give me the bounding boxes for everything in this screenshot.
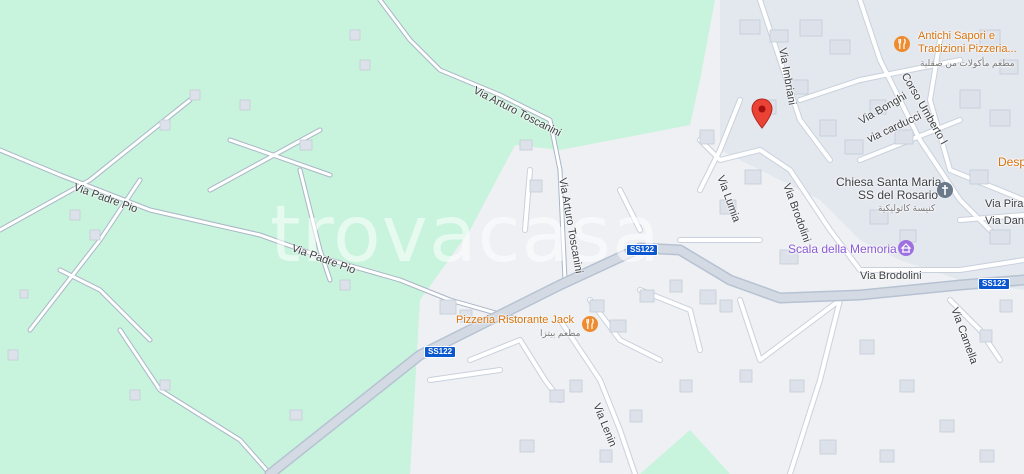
street-label-via-pirane: Via Pirane [985, 198, 1024, 210]
location-pin-icon[interactable] [750, 98, 774, 130]
park-area-bottom [640, 430, 730, 474]
restaurant-icon[interactable] [582, 316, 598, 332]
poi-label-desp[interactable]: Desp [998, 156, 1024, 168]
poi-subtitle-pizzeria-jack: مطعم بيتزا [540, 328, 581, 338]
road-shield-ss122: SS122 [424, 346, 457, 358]
poi-label-antichi-sapori-line2[interactable]: Tradizioni Pizzeria... [918, 43, 1017, 55]
street-label-via-brodolini: Via Brodolini [860, 270, 922, 282]
poi-subtitle-antichi-sapori: مطعم مأكولات من صقلية [920, 58, 1015, 68]
map-view[interactable]: trovacasa Via Arturo Toscanini Via Artur… [0, 0, 1024, 474]
church-icon[interactable] [937, 182, 953, 198]
poi-label-antichi-sapori[interactable]: Antichi Sapori e [918, 30, 995, 42]
poi-label-pizzeria-jack[interactable]: Pizzeria Ristorante Jack [456, 314, 574, 326]
poi-label-scala-della-memoria[interactable]: Scala della Memoria [788, 243, 897, 255]
poi-subtitle-chiesa: كنيسة كاثوليكية [878, 203, 936, 213]
poi-label-chiesa-line2[interactable]: SS del Rosario [858, 189, 938, 201]
road-shield-ss122: SS122 [978, 278, 1011, 290]
road-shield-ss122: SS122 [626, 244, 659, 256]
poi-label-chiesa[interactable]: Chiesa Santa Maria [836, 176, 941, 188]
restaurant-icon[interactable] [894, 36, 910, 52]
monument-icon[interactable] [898, 240, 914, 256]
street-label-via-dante: Via Dante [985, 215, 1024, 227]
